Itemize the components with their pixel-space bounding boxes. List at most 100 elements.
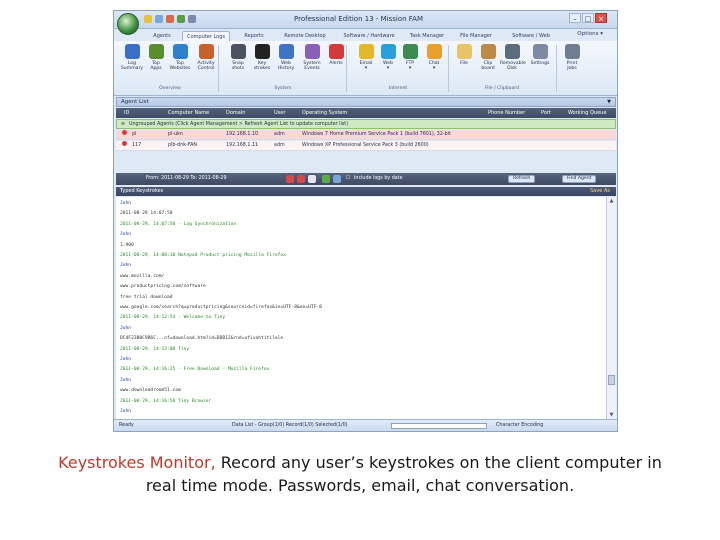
table-row[interactable]: 117 plb-dnk-FAN 192.168.1.11 adm Windows… <box>116 141 616 151</box>
refresh-button[interactable]: Refresh <box>508 175 536 183</box>
ribbon-button[interactable]: Activity Control <box>194 44 218 82</box>
ribbon-button[interactable]: Chat ▾ <box>422 44 446 82</box>
group-label-overview: Overview <box>159 86 181 91</box>
save-as-link[interactable]: Save As <box>590 187 610 196</box>
ribbon-button-label: Web ▾ <box>382 61 393 71</box>
log-scrollbar[interactable]: ▲ ▼ <box>606 197 616 419</box>
log-line: John <box>120 377 132 383</box>
ftp-icon <box>402 44 418 59</box>
column-header[interactable]: Computer Name <box>168 108 209 118</box>
tab-agents[interactable]: Agents <box>144 31 180 41</box>
options-menu[interactable]: Options ▾ <box>577 31 603 37</box>
keystroke-log[interactable]: John 2011-08-29 14:07:50 2011-08-29, 14:07… <box>116 197 606 419</box>
ribbon-button[interactable]: Clip board <box>476 44 500 82</box>
log-line: 2011-08-29, 14:13:00 Tiny <box>120 346 190 352</box>
calendar-icon[interactable] <box>297 175 305 183</box>
help-icon[interactable] <box>188 15 196 23</box>
undo-icon[interactable] <box>155 15 163 23</box>
caption-text: Record any user’s keystrokes on the clie… <box>215 453 662 472</box>
column-header[interactable]: User <box>274 108 285 118</box>
table-row[interactable]: pl pl-ukn 192.168.1.10 adm Windows 7 Hom… <box>116 130 616 140</box>
tab-software-web[interactable]: Software / Web <box>503 31 559 41</box>
tab-computer-logs[interactable]: Computer Logs <box>182 31 230 41</box>
column-header[interactable]: Phone Number <box>488 108 525 118</box>
ribbon-button-label: System Events <box>303 61 321 71</box>
status-data-list: Data List - Group(1/0) Record(1/0) Selec… <box>232 423 348 428</box>
app-menu-icon[interactable] <box>117 13 139 35</box>
apps-icon <box>148 44 164 59</box>
tab-software-hardware[interactable]: Software / Hardware <box>337 31 401 41</box>
ribbon-tabs: Agents Computer Logs Reports Remote Desk… <box>114 29 617 41</box>
ribbon-button-label: Top Apps <box>150 61 162 71</box>
caption: Keystrokes Monitor, Record any user’s ke… <box>0 451 720 497</box>
agent-status-icon <box>122 141 127 146</box>
ribbon-button[interactable]: Web ▾ <box>376 44 400 82</box>
ribbon-button[interactable]: Log Summary <box>120 44 144 82</box>
typed-keystrokes-header: Typed Keystrokes Save As <box>116 187 616 196</box>
ribbon-button[interactable]: FTP ▾ <box>398 44 422 82</box>
find-agent-button[interactable]: Find Agent <box>562 175 597 183</box>
print-icon <box>564 44 580 59</box>
chevron-down-icon[interactable]: ▼ <box>607 98 611 107</box>
group-divider <box>448 45 449 92</box>
refresh-icon[interactable] <box>177 15 185 23</box>
collapse-icon[interactable]: ⊖ <box>121 120 127 130</box>
status-bar: Ready Data List - Group(1/0) Record(1/0)… <box>114 419 617 431</box>
ribbon-button[interactable]: Email ▾ <box>354 44 378 82</box>
column-header[interactable]: Port <box>541 108 551 118</box>
include-logs-label: Include logs by date <box>354 176 403 181</box>
tab-file-manager[interactable]: File Manager <box>453 31 499 41</box>
grid-icon[interactable] <box>308 175 316 183</box>
agent-os: Windows XP Professional Service Pack 3 (… <box>302 143 429 148</box>
ribbon-button-label: Print Jobs <box>566 61 578 71</box>
ribbon-button-label: Removable Disk <box>500 61 526 71</box>
column-header[interactable]: Operating System <box>302 108 347 118</box>
search-icon[interactable] <box>333 175 341 183</box>
ribbon-button[interactable]: Top Websites <box>168 44 192 82</box>
agent-name: pl-ukn <box>168 132 183 137</box>
alert-icon <box>328 44 344 59</box>
column-header[interactable]: ID <box>124 108 129 118</box>
agent-table-header: ID Computer Name Domain User Operating S… <box>116 108 616 118</box>
scroll-down-icon[interactable]: ▼ <box>607 411 616 419</box>
ribbon-button[interactable]: System Events <box>300 44 324 82</box>
snapshot-icon <box>230 44 246 59</box>
file-icon <box>456 44 472 59</box>
ribbon-button[interactable]: Settings <box>528 44 552 82</box>
calendar-icon[interactable] <box>286 175 294 183</box>
save-icon[interactable] <box>144 15 152 23</box>
log-line: John <box>120 409 132 414</box>
refresh-icon[interactable] <box>322 175 330 183</box>
ribbon-button[interactable]: Print Jobs <box>560 44 584 82</box>
ribbon-button[interactable]: Snap shots <box>226 44 250 82</box>
minimize-button[interactable]: – <box>569 13 581 23</box>
column-header[interactable]: Working Queue <box>568 108 606 118</box>
log-line: www.productpricing.com/software <box>120 284 206 290</box>
close-button[interactable]: × <box>595 13 607 23</box>
scrollbar-thumb[interactable] <box>608 375 615 385</box>
maximize-button[interactable]: □ <box>582 13 594 23</box>
log-line: 2011-08-29 14:07:50 <box>120 211 173 217</box>
ribbon-button[interactable]: Top Apps <box>144 44 168 82</box>
date-range[interactable]: From: 2011-08-29 To: 2011-08-29 <box>146 173 227 185</box>
ribbon-button-label: Activity Control <box>197 61 215 71</box>
status-encoding[interactable]: Character Encoding <box>496 420 543 431</box>
log-line: DC4F23B0C9B6C...nf=download.htm?id=DDB12… <box>120 336 284 342</box>
heart-icon[interactable] <box>166 15 174 23</box>
summary-icon <box>124 44 140 59</box>
ribbon-button[interactable]: Key strokes <box>250 44 274 82</box>
agent-group-row[interactable]: ⊖ Ungrouped Agents (Click Agent Manageme… <box>116 119 616 129</box>
ribbon-button[interactable]: Web History <box>274 44 298 82</box>
tab-task-manager[interactable]: Task Manager <box>404 31 450 41</box>
include-logs-checkbox[interactable]: ☐ <box>346 173 350 185</box>
agent-list-header: Agent List ▼ <box>116 97 616 107</box>
tab-reports[interactable]: Reports <box>234 31 274 41</box>
title-bar: Professional Edition 13 - Mission FAM – … <box>114 11 617 29</box>
ribbon-button[interactable]: Alerts <box>324 44 348 82</box>
scroll-up-icon[interactable]: ▲ <box>607 197 616 205</box>
ribbon-button[interactable]: Removable Disk <box>500 44 526 82</box>
ribbon-button[interactable]: File <box>452 44 476 82</box>
agent-domain: 192.168.1.11 <box>226 143 259 148</box>
column-header[interactable]: Domain <box>226 108 245 118</box>
tab-remote-desktop[interactable]: Remote Desktop <box>277 31 333 41</box>
